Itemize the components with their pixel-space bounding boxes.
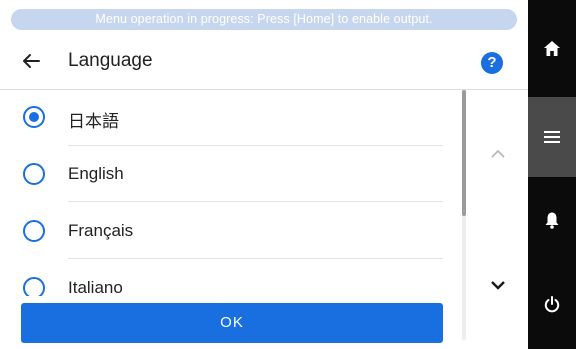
ok-button[interactable]: OK xyxy=(21,303,443,343)
language-item-japanese[interactable]: 日本語 xyxy=(0,90,462,147)
language-list: 日本語 English Français Italiano xyxy=(0,90,462,300)
chevron-up-icon xyxy=(491,149,505,158)
help-button[interactable]: ? xyxy=(481,52,503,74)
scrollbar-thumb[interactable] xyxy=(462,90,466,216)
arrow-left-icon xyxy=(23,54,40,68)
language-label: Français xyxy=(68,221,134,240)
language-label: 日本語 xyxy=(68,112,119,131)
status-banner: Menu operation in progress: Press [Home]… xyxy=(11,9,517,30)
notifications-button[interactable] xyxy=(528,180,576,260)
radio-unselected[interactable] xyxy=(23,163,45,185)
language-label: English xyxy=(68,164,124,183)
language-item-french[interactable]: Français xyxy=(0,203,462,260)
radio-selected[interactable] xyxy=(23,106,45,128)
item-divider xyxy=(68,258,443,259)
footer: OK xyxy=(0,296,462,349)
back-button[interactable] xyxy=(18,48,44,74)
radio-unselected[interactable] xyxy=(23,220,45,242)
home-icon xyxy=(544,40,560,56)
bell-icon xyxy=(545,212,559,229)
header: Language ? xyxy=(0,32,528,90)
power-icon xyxy=(544,295,560,312)
page-title: Language xyxy=(68,50,153,71)
language-label: Italiano xyxy=(68,278,123,297)
language-item-english[interactable]: English xyxy=(0,146,462,203)
chevron-down-icon xyxy=(491,280,505,290)
page-up-button[interactable] xyxy=(478,133,518,173)
menu-button[interactable] xyxy=(528,97,576,177)
menu-icon xyxy=(544,131,560,143)
language-item-italian[interactable]: Italiano xyxy=(0,260,462,300)
side-nav xyxy=(528,0,576,349)
power-button[interactable] xyxy=(528,264,576,344)
item-divider xyxy=(68,201,443,202)
home-button[interactable] xyxy=(528,8,576,88)
page-down-button[interactable] xyxy=(478,265,518,305)
